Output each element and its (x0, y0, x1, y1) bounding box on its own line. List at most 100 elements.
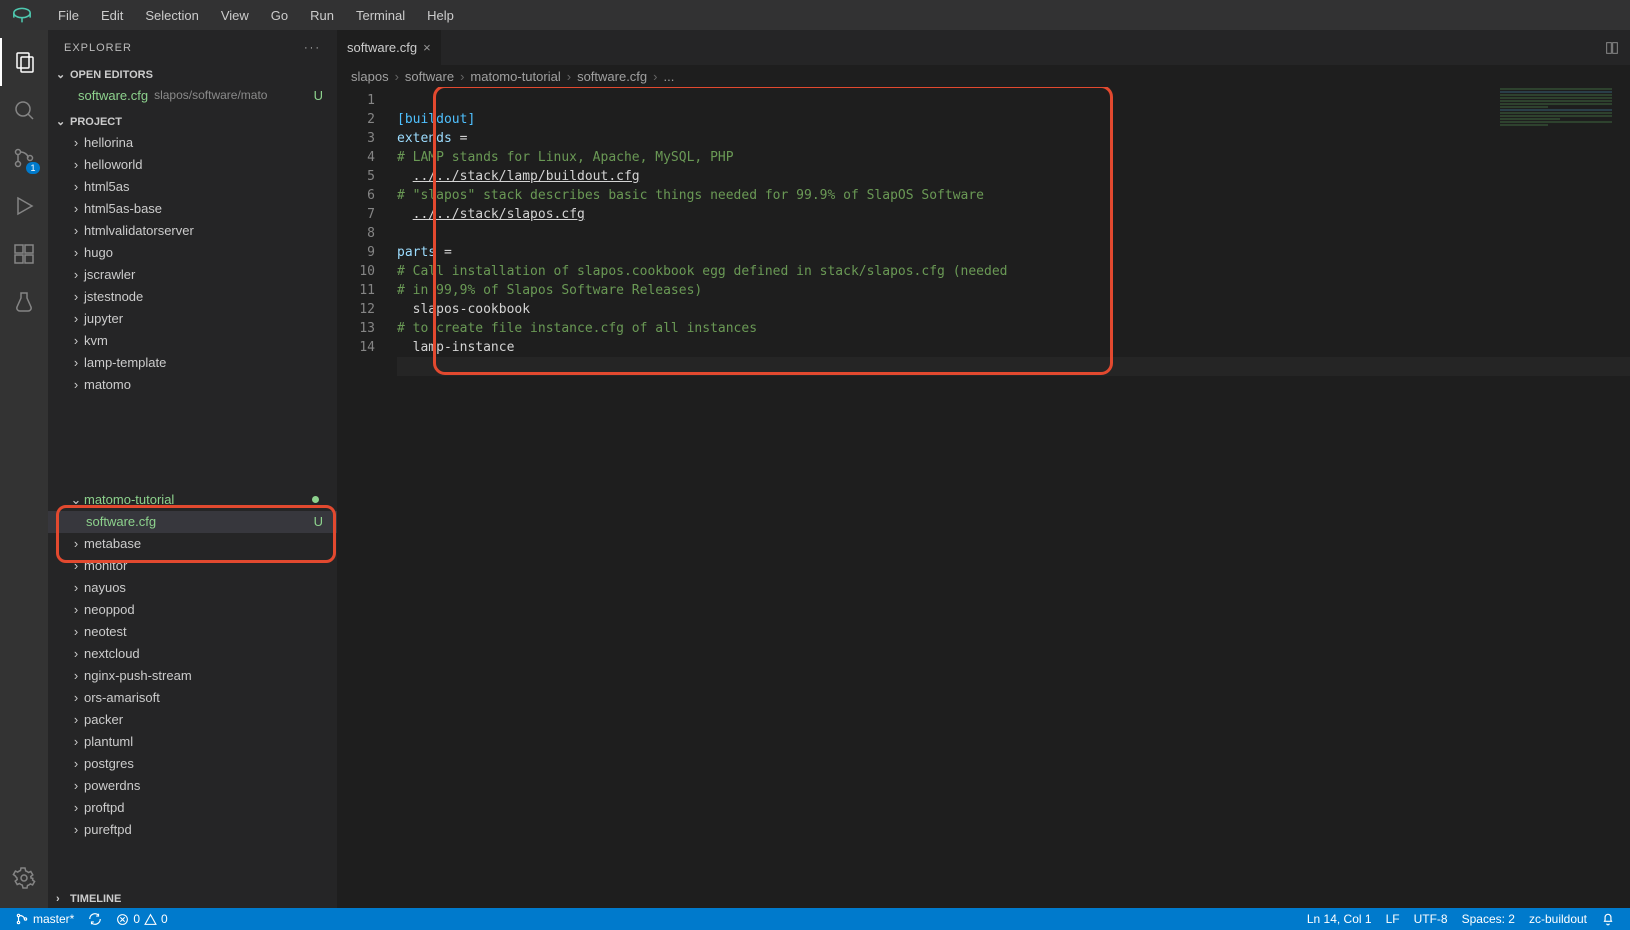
folder-label: neotest (84, 624, 127, 639)
open-editor-file: software.cfg (78, 88, 148, 103)
folder-kvm[interactable]: ›kvm (48, 329, 337, 351)
folder-lamp-template[interactable]: ›lamp-template (48, 351, 337, 373)
open-editors-label: OPEN EDITORS (70, 69, 153, 81)
chevron-right-icon: › (68, 756, 84, 771)
project-header[interactable]: ⌄ PROJECT (48, 112, 337, 131)
folder-label: postgres (84, 756, 134, 771)
code-area[interactable]: [buildout] extends = # LAMP stands for L… (387, 87, 1630, 908)
folder-helloworld[interactable]: ›helloworld (48, 153, 337, 175)
menu-terminal[interactable]: Terminal (346, 4, 415, 27)
menu-run[interactable]: Run (300, 4, 344, 27)
explorer-icon[interactable] (0, 38, 48, 86)
folder-html5as-base[interactable]: ›html5as-base (48, 197, 337, 219)
breadcrumb-seg[interactable]: slapos (351, 69, 389, 84)
sb-sync[interactable] (81, 912, 109, 926)
folder-neotest[interactable]: ›neotest (48, 621, 337, 643)
timeline-header[interactable]: › TIMELINE (48, 890, 337, 908)
open-editor-item[interactable]: software.cfg slapos/software/mato U (48, 84, 337, 106)
app-logo (8, 5, 36, 25)
folder-ors-amarisoft[interactable]: ›ors-amarisoft (48, 687, 337, 709)
folder-nayuos[interactable]: ›nayuos (48, 577, 337, 599)
folder-hugo[interactable]: ›hugo (48, 241, 337, 263)
chevron-right-icon: › (68, 822, 84, 837)
folder-label: jscrawler (84, 267, 135, 282)
minimap[interactable] (1496, 87, 1616, 147)
folder-label: nextcloud (84, 646, 140, 661)
folder-proftpd[interactable]: ›proftpd (48, 797, 337, 819)
sb-problems[interactable]: 0 0 (109, 912, 174, 926)
chevron-right-icon: › (68, 734, 84, 749)
run-debug-icon[interactable] (0, 182, 48, 230)
chevron-right-icon: › (567, 69, 571, 84)
folder-plantuml[interactable]: ›plantuml (48, 731, 337, 753)
menu-edit[interactable]: Edit (91, 4, 133, 27)
folder-nginx-push-stream[interactable]: ›nginx-push-stream (48, 665, 337, 687)
sb-language[interactable]: zc-buildout (1522, 912, 1594, 926)
sb-eol[interactable]: LF (1379, 912, 1407, 926)
open-editors-header[interactable]: ⌄ OPEN EDITORS (48, 65, 337, 84)
chevron-right-icon: › (68, 712, 84, 727)
sb-lncol[interactable]: Ln 14, Col 1 (1300, 912, 1379, 926)
folder-label: htmlvalidatorserver (84, 223, 194, 238)
editor-body[interactable]: 1234567891011121314 [buildout] extends =… (337, 87, 1630, 908)
chevron-down-icon: ⌄ (68, 492, 84, 508)
source-control-icon[interactable]: 1 (0, 134, 48, 182)
breadcrumb-seg[interactable]: ... (664, 69, 675, 84)
folder-jscrawler[interactable]: ›jscrawler (48, 263, 337, 285)
sb-indent[interactable]: Spaces: 2 (1455, 912, 1522, 926)
folder-label: helloworld (84, 157, 143, 172)
folder-label: jstestnode (84, 289, 143, 304)
folder-html5as[interactable]: ›html5as (48, 175, 337, 197)
menu-view[interactable]: View (211, 4, 259, 27)
sb-encoding[interactable]: UTF-8 (1407, 912, 1455, 926)
folder-htmlvalidatorserver[interactable]: ›htmlvalidatorserver (48, 219, 337, 241)
folder-label: hugo (84, 245, 113, 260)
folder-neoppod[interactable]: ›neoppod (48, 599, 337, 621)
folder-powerdns[interactable]: ›powerdns (48, 775, 337, 797)
testing-icon[interactable] (0, 278, 48, 326)
file-software-cfg[interactable]: software.cfg U (48, 511, 337, 533)
sidebar-title-row: EXPLORER ··· (48, 30, 337, 65)
folder-monitor[interactable]: ›monitor (48, 555, 337, 577)
folder-label: proftpd (84, 800, 124, 815)
chevron-down-icon: ⌄ (56, 115, 66, 128)
folder-matomo-tutorial[interactable]: ⌄ matomo-tutorial (48, 489, 337, 511)
menu-file[interactable]: File (48, 4, 89, 27)
close-icon[interactable]: × (423, 40, 431, 55)
breadcrumb-seg[interactable]: software.cfg (577, 69, 647, 84)
breadcrumb-seg[interactable]: matomo-tutorial (470, 69, 560, 84)
tab-label: software.cfg (347, 40, 417, 55)
menu-help[interactable]: Help (417, 4, 464, 27)
more-icon[interactable]: ··· (304, 42, 321, 54)
chevron-right-icon: › (68, 223, 84, 238)
folder-label: matomo-tutorial (84, 492, 174, 507)
folder-postgres[interactable]: ›postgres (48, 753, 337, 775)
breadcrumb-seg[interactable]: software (405, 69, 454, 84)
folder-nextcloud[interactable]: ›nextcloud (48, 643, 337, 665)
menu-selection[interactable]: Selection (135, 4, 208, 27)
tab-software-cfg[interactable]: software.cfg × (337, 30, 442, 65)
folder-label: html5as (84, 179, 130, 194)
chevron-right-icon: › (68, 646, 84, 661)
tab-actions[interactable] (1594, 30, 1630, 65)
menu-go[interactable]: Go (261, 4, 298, 27)
menu-bar: FileEditSelectionViewGoRunTerminalHelp (48, 4, 464, 27)
extensions-icon[interactable] (0, 230, 48, 278)
sidebar: EXPLORER ··· ⌄ OPEN EDITORS software.cfg… (48, 30, 337, 908)
folder-jstestnode[interactable]: ›jstestnode (48, 285, 337, 307)
folder-hellorina[interactable]: ›hellorina (48, 131, 337, 153)
folder-label: kvm (84, 333, 108, 348)
sb-bell-icon[interactable] (1594, 912, 1622, 926)
folder-pureftpd[interactable]: ›pureftpd (48, 819, 337, 841)
folder-metabase[interactable]: ›metabase (48, 533, 337, 555)
folder-packer[interactable]: ›packer (48, 709, 337, 731)
folder-jupyter[interactable]: ›jupyter (48, 307, 337, 329)
breadcrumb[interactable]: slapos›software›matomo-tutorial›software… (337, 65, 1630, 87)
chevron-right-icon: › (68, 602, 84, 617)
file-status: U (314, 514, 323, 529)
sb-branch[interactable]: master* (8, 912, 81, 926)
search-icon[interactable] (0, 86, 48, 134)
chevron-right-icon: › (68, 289, 84, 304)
settings-gear-icon[interactable] (0, 854, 48, 902)
folder-matomo[interactable]: ›matomo (48, 373, 337, 395)
